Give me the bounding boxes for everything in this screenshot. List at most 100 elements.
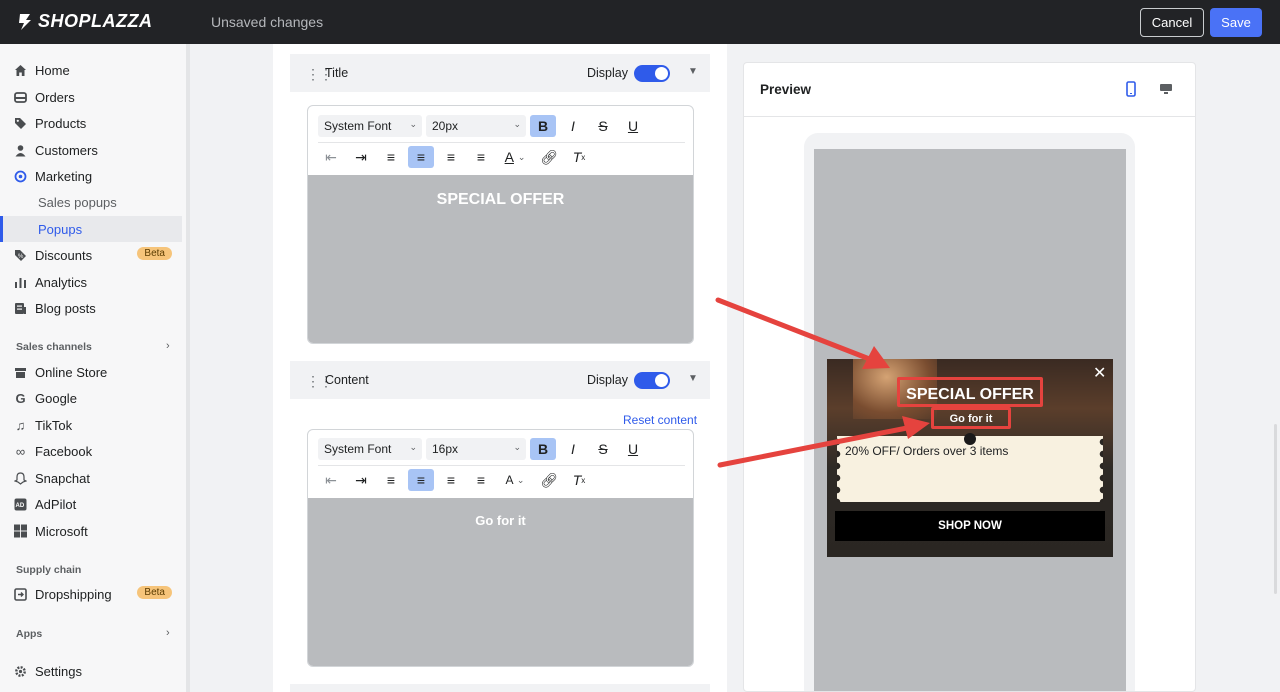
content-edit-area[interactable]: Go for it: [308, 498, 693, 666]
bold-button[interactable]: B: [530, 115, 556, 137]
font-family-select[interactable]: System Font ⌄: [318, 438, 422, 460]
reset-content-link[interactable]: Reset content: [623, 413, 697, 427]
align-right-icon[interactable]: ≡: [438, 469, 464, 491]
sidebar-item-label: Sales popups: [38, 194, 117, 210]
sidebar-item-label: AdPilot: [35, 496, 77, 512]
beta-badge: Beta: [137, 586, 172, 599]
outdent-icon[interactable]: ⇤: [318, 146, 344, 168]
align-center-icon[interactable]: ≡: [408, 469, 434, 491]
store-icon: [14, 366, 27, 379]
sidebar-item-blog-posts[interactable]: Blog posts: [0, 295, 182, 321]
sidebar-item-dropshipping[interactable]: Dropshipping Beta: [0, 581, 182, 607]
chevron-down-icon: ⌄: [409, 119, 417, 129]
outdent-icon[interactable]: ⇤: [318, 469, 344, 491]
svg-text:%: %: [18, 254, 24, 260]
text-color-icon[interactable]: A ⌄: [498, 469, 532, 491]
link-icon[interactable]: 🔗︎: [536, 469, 562, 491]
next-section-header[interactable]: [290, 684, 710, 692]
sidebar-item-label: Marketing: [35, 168, 93, 184]
sidebar-item-home[interactable]: Home: [0, 57, 182, 83]
sidebar-item-label: Settings: [35, 663, 82, 679]
top-bar: SHOPLAZZA Unsaved changes Cancel Save: [0, 0, 1280, 44]
sidebar-item-label: Facebook: [35, 443, 93, 459]
sidebar-item-orders[interactable]: Orders: [0, 84, 182, 110]
tiktok-icon: ♫: [15, 417, 26, 433]
sidebar-item-microsoft[interactable]: Microsoft: [0, 518, 182, 544]
shoplazza-logo-icon: [19, 13, 31, 30]
sidebar-item-sales-popups[interactable]: Sales popups: [0, 189, 182, 215]
text-color-icon[interactable]: A ⌄: [498, 146, 532, 168]
meta-icon: ∞: [15, 443, 26, 459]
shop-now-button[interactable]: SHOP NOW: [835, 511, 1105, 541]
strikethrough-button[interactable]: S: [590, 438, 616, 460]
sidebar-item-tiktok[interactable]: ♫ TikTok: [0, 412, 182, 438]
indent-icon[interactable]: ⇥: [348, 469, 374, 491]
sidebar-item-settings[interactable]: Settings: [0, 658, 182, 684]
mobile-device-icon[interactable]: [1124, 81, 1138, 97]
preview-title: Preview: [760, 82, 812, 97]
title-edit-area[interactable]: SPECIAL OFFER: [308, 175, 693, 343]
sidebar-item-popups[interactable]: Popups: [0, 216, 182, 242]
sidebar-item-facebook[interactable]: ∞ Facebook: [0, 438, 182, 464]
sales-channels-heading[interactable]: Sales channels: [16, 341, 92, 353]
link-icon[interactable]: 🔗︎: [536, 146, 562, 168]
font-size-select[interactable]: 20px ⌄: [426, 115, 526, 137]
sidebar-item-products[interactable]: Products: [0, 110, 182, 136]
sidebar-item-discounts[interactable]: % Discounts Beta: [0, 242, 182, 268]
align-justify-icon[interactable]: ≡: [468, 469, 494, 491]
save-button[interactable]: Save: [1210, 8, 1262, 37]
brand-logo[interactable]: SHOPLAZZA: [16, 11, 153, 32]
clear-format-icon[interactable]: Tx: [566, 469, 592, 491]
sidebar-item-online-store[interactable]: Online Store: [0, 359, 182, 385]
editor-toolbar-row-2: ⇤ ⇥ ≡ ≡ ≡ ≡ A ⌄ 🔗︎ Tx: [318, 145, 592, 169]
sidebar-item-label: Discounts: [35, 247, 93, 263]
sidebar-item-label: Popups: [38, 221, 83, 237]
sidebar-item-snapchat[interactable]: Snapchat: [0, 465, 182, 491]
sidebar-item-label: TikTok: [35, 417, 73, 433]
sidebar-item-adpilot[interactable]: AD AdPilot: [0, 491, 182, 517]
section-title: Title: [325, 66, 349, 80]
desktop-device-icon[interactable]: [1158, 81, 1174, 97]
italic-button[interactable]: I: [560, 438, 586, 460]
cancel-button[interactable]: Cancel: [1140, 8, 1204, 37]
sidebar-item-label: Products: [35, 115, 87, 131]
preview-panel: Preview ✕ SPECIAL OFFER Go for it 20% OF…: [743, 62, 1196, 692]
align-left-icon[interactable]: ≡: [378, 469, 404, 491]
strikethrough-button[interactable]: S: [590, 115, 616, 137]
display-toggle[interactable]: [634, 65, 670, 82]
preview-divider: [744, 116, 1195, 117]
display-toggle[interactable]: [634, 372, 670, 389]
title-section-header[interactable]: ⋮⋮ Title Display ▼: [290, 54, 710, 92]
sidebar-item-marketing[interactable]: Marketing: [0, 163, 182, 189]
title-rich-text-editor: System Font ⌄ 20px ⌄ B I S U ⇤ ⇥ ≡ ≡ ≡ ≡ A…: [307, 105, 694, 344]
apps-heading[interactable]: Apps: [16, 628, 42, 640]
align-center-icon[interactable]: ≡: [408, 146, 434, 168]
sidebar-item-customers[interactable]: Customers: [0, 137, 182, 163]
sidebar-item-label: Snapchat: [35, 470, 90, 486]
underline-button[interactable]: U: [620, 115, 646, 137]
align-justify-icon[interactable]: ≡: [468, 146, 494, 168]
target-icon: [14, 170, 27, 183]
collapse-caret-icon[interactable]: ▼: [688, 66, 698, 77]
clear-format-icon[interactable]: Tx: [566, 146, 592, 168]
dropshipping-icon: [14, 587, 27, 601]
toolbar-divider: [318, 465, 685, 466]
close-icon[interactable]: ✕: [1093, 363, 1106, 383]
align-right-icon[interactable]: ≡: [438, 146, 464, 168]
sidebar-item-analytics[interactable]: Analytics: [0, 269, 182, 295]
bold-button[interactable]: B: [530, 438, 556, 460]
chevron-right-icon[interactable]: ›: [166, 627, 170, 639]
editor-toolbar-row-1: System Font ⌄ 20px ⌄ B I S U: [318, 114, 646, 138]
collapse-caret-icon[interactable]: ▼: [688, 373, 698, 384]
underline-button[interactable]: U: [620, 438, 646, 460]
chevron-right-icon[interactable]: ›: [166, 340, 170, 352]
page-scrollbar[interactable]: [1274, 424, 1277, 594]
font-size-select[interactable]: 16px ⌄: [426, 438, 526, 460]
indent-icon[interactable]: ⇥: [348, 146, 374, 168]
popup-preview: ✕ SPECIAL OFFER Go for it 20% OFF/ Order…: [827, 359, 1113, 557]
align-left-icon[interactable]: ≡: [378, 146, 404, 168]
font-family-select[interactable]: System Font ⌄: [318, 115, 422, 137]
content-section-header[interactable]: ⋮⋮ Content Display ▼: [290, 361, 710, 399]
italic-button[interactable]: I: [560, 115, 586, 137]
sidebar-item-google[interactable]: G Google: [0, 385, 182, 411]
